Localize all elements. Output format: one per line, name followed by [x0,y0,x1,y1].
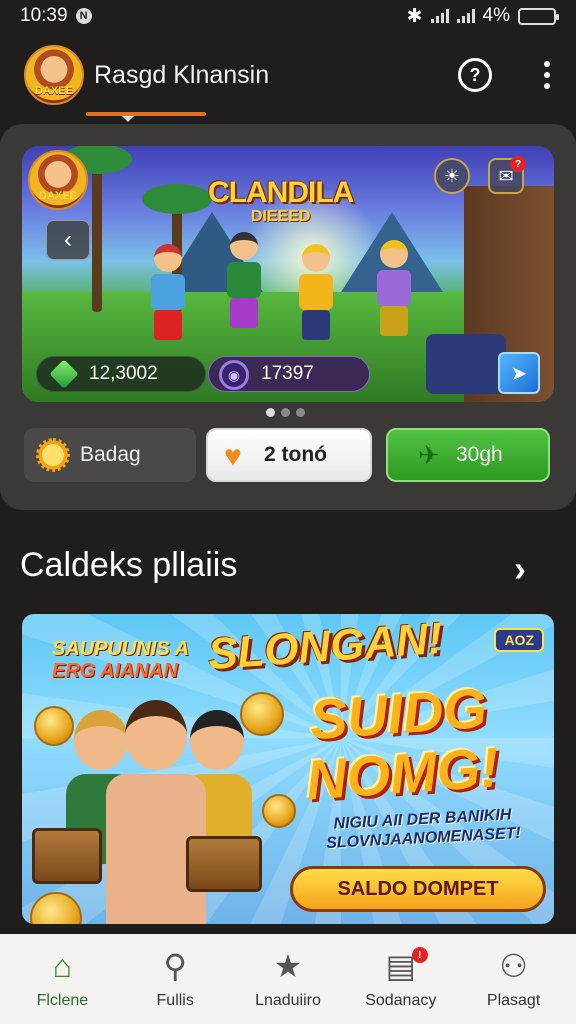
section-title: Caldeks pllaiis [20,546,238,584]
treasure-chest [32,828,102,884]
nav-label: Plasagt [486,992,541,1009]
nav-item-lnaduiiro[interactable]: ★ Lnaduiiro [233,939,343,1019]
inbox-icon[interactable]: ✉? [488,156,526,194]
character [222,232,266,332]
gems-counter[interactable]: 12,3002 [36,356,206,392]
signal-icon [430,9,449,23]
coins-value: 17397 [261,363,314,384]
promo-headline: SAUPUUNIS A ERG AIANAN [52,638,190,682]
hero-banner[interactable]: DAXEE CLANDILA DIEEED ‹ ☀ ✉? 12,3002 ◉ 1… [22,146,554,402]
home-icon: ⌂ [52,947,73,984]
notification-icon: N [75,8,92,24]
sun-icon [36,438,70,472]
more-options-button[interactable] [542,61,552,89]
hero-title: CLANDILA DIEEED [208,176,354,226]
hero-title-line1: CLANDILA [208,176,354,209]
badge-label: Badag [80,443,141,466]
status-bar: 10:39 N ✱ 4% [0,0,576,32]
character [294,244,338,344]
hero-title-line2: DIEEED [250,208,311,225]
saldo-dompet-button[interactable]: SALDO DOMPET [290,866,546,912]
hearts-button[interactable]: ♥ 2 tonó [206,428,372,482]
clock: 10:39 [20,5,68,26]
star-icon: ★ [273,948,303,984]
app-header: DAXEE Rasgd Klnansin ? [0,32,576,118]
character [146,244,190,344]
carousel-prev-button[interactable]: ‹ [46,220,90,260]
coin-decoration [262,794,296,828]
carousel-dot[interactable] [281,408,290,417]
help-button[interactable]: ? [458,58,492,92]
carousel-dot[interactable] [296,408,305,417]
character [372,240,416,340]
treasure-chest [186,836,262,892]
nav-item-fullis[interactable]: ⚲ Fullis [120,939,230,1019]
profile-icon: ⚇ [499,948,528,984]
promo-banner[interactable]: SAUPUUNIS A ERG AIANAN SLONGAN! AOZ SUID… [22,614,554,924]
badge-button[interactable]: Badag [24,428,196,482]
boost-label: 30gh [456,443,503,466]
bottom-nav: ⌂ Flclene ⚲ Fullis ★ Lnaduiiro ▤ ! Sodan… [0,934,576,1024]
share-button[interactable]: ➤ [498,352,540,394]
promo-title: SUIDG NOMG! [304,675,501,812]
battery-percent: 4% [482,5,510,26]
nav-label: Fullis [156,992,194,1009]
app-title: Rasgd Klnansin [94,60,270,89]
app-logo[interactable]: DAXEE [24,45,84,105]
sofa [426,334,506,394]
carousel-dots [266,408,305,417]
nav-item-sodanacy[interactable]: ▤ ! Sodanacy [346,939,456,1019]
inbox-badge: ? [510,156,526,172]
boost-button[interactable]: ✈ 30gh [386,428,550,482]
heart-icon: ♥ [224,440,242,473]
rackets-icon: ⚲ [163,948,187,984]
nav-item-plasagt[interactable]: ⚇ Plasagt [459,939,569,1019]
nav-item-home[interactable]: ⌂ Flclene [7,939,117,1019]
caret-icon [122,116,134,122]
signal-2-icon [456,9,475,23]
nav-label: Flclene [36,992,89,1009]
palm-tree [62,146,132,312]
chevron-right-icon[interactable]: › [514,551,526,587]
hearts-label: 2 tonó [264,443,327,466]
promo-tag: AOZ [494,628,544,652]
gems-value: 12,3002 [89,363,158,384]
plane-icon: ✈ [418,440,440,470]
active-tab-indicator [86,112,206,116]
sun-badge-icon[interactable]: ☀ [434,158,470,194]
nav-label: Sodanacy [365,992,437,1009]
nav-badge: ! [411,947,428,963]
nav-label: Lnaduiiro [255,992,321,1009]
coins-counter[interactable]: ◉ 17397 [208,356,370,392]
coin-icon: ◉ [219,360,249,390]
hero-logo: DAXEE [28,150,88,210]
battery-icon [518,7,559,25]
bluetooth-icon: ✱ [406,5,423,27]
gem-icon [49,359,79,389]
carousel-dot[interactable] [266,408,275,417]
logo-text: DAXEE [35,85,73,97]
